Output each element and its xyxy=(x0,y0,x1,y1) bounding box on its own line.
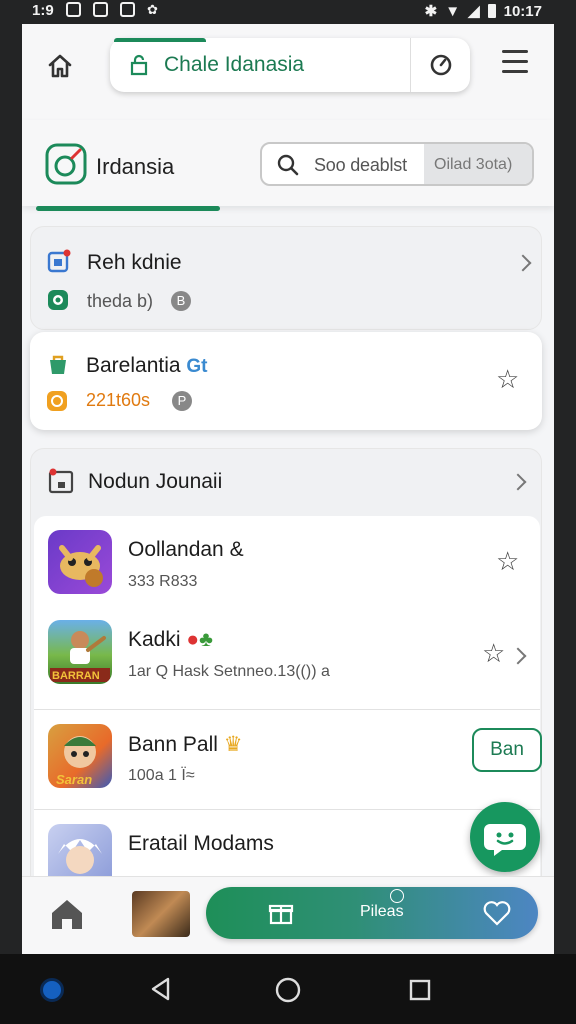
search-filter-chip[interactable]: Oilad 3ota) xyxy=(424,144,532,184)
green-circle-icon xyxy=(48,290,68,310)
gift-icon xyxy=(268,904,294,925)
chevron-right-icon[interactable] xyxy=(514,254,532,272)
star-icon[interactable]: ☆ xyxy=(496,546,519,577)
status-bar: 1:9 ✿ ✱ ▼ ◢ 10:17 xyxy=(0,0,576,24)
site-header: Irdansia Soo deablst Oilad 3ota) xyxy=(22,120,554,206)
app-icon-label: BARRAN xyxy=(52,670,100,682)
list-item[interactable]: Eratail Modams xyxy=(34,810,540,888)
wifi-icon: ▼ xyxy=(445,2,461,20)
brand-logo-icon[interactable] xyxy=(44,142,88,186)
notification-icon xyxy=(120,2,135,17)
app-meta: 100a 1 Ï≈ xyxy=(128,767,195,784)
home-icon xyxy=(48,54,72,78)
crown-icon: ♛ xyxy=(223,733,243,756)
rewards-pill-button[interactable]: Pileas xyxy=(206,887,538,939)
section-subtitle: 221t60s xyxy=(86,390,151,410)
app-screen: Chale Idanasia Irdansia Soo deablst Oila… xyxy=(22,24,554,954)
section-title-text: Barelantia xyxy=(86,354,181,377)
chat-smile-icon xyxy=(484,824,526,856)
address-bar[interactable]: Chale Idanasia xyxy=(110,38,470,92)
list-item[interactable]: Oollandan & 333 R833 ☆ xyxy=(34,516,540,616)
lock-icon xyxy=(130,54,148,76)
section-title: Barelantia Gt xyxy=(86,354,208,378)
notification-icons: ✿ xyxy=(66,2,158,17)
section-title: Reh kdnie xyxy=(87,251,182,274)
app-name-text: Kadki xyxy=(128,628,181,651)
star-icon[interactable]: ☆ xyxy=(496,364,519,395)
back-icon[interactable] xyxy=(148,976,174,1002)
status-time-left: 1:9 xyxy=(32,2,54,19)
app-name: Kadki ●♣ xyxy=(128,628,213,652)
home-icon[interactable] xyxy=(48,895,86,933)
list-section-icon xyxy=(48,468,74,494)
list-item[interactable]: Saran Bann Pall ♛ 100a 1 Ï≈ Ban xyxy=(34,710,542,810)
section-card-1[interactable]: Reh kdnie theda b) B xyxy=(30,226,542,330)
leaf-icon: ♣ xyxy=(199,628,213,651)
menu-button[interactable] xyxy=(502,50,534,80)
points-icon xyxy=(390,889,404,903)
home-circle-icon[interactable] xyxy=(274,976,302,1004)
active-tab-indicator xyxy=(36,206,220,211)
search-icon xyxy=(277,154,299,176)
cricket-game-icon: BARRAN xyxy=(48,620,112,684)
subtitle-badge: P xyxy=(172,391,192,411)
section-card-2[interactable]: Barelantia Gt ☆ 221t60s P xyxy=(30,332,542,430)
avatar[interactable] xyxy=(132,891,190,937)
bottom-nav: Pileas xyxy=(22,876,554,954)
dragon-game-icon xyxy=(48,530,112,594)
app-name: Eratail Modams xyxy=(128,832,274,855)
status-right: ✱ ▼ ◢ 10:17 xyxy=(424,2,542,21)
battery-icon xyxy=(487,4,496,18)
status-time-right: 10:17 xyxy=(503,2,542,20)
recents-icon[interactable] xyxy=(408,978,432,1002)
star-icon[interactable]: ☆ xyxy=(482,638,505,669)
subtitle-badge: B xyxy=(171,291,191,311)
app-badge-icon xyxy=(47,249,71,273)
search-placeholder: Soo deablst xyxy=(314,155,407,175)
address-text: Chale Idanasia xyxy=(164,53,305,76)
chevron-right-icon[interactable] xyxy=(509,647,527,665)
menu-line xyxy=(502,50,528,53)
app-meta: 1ar Q Hask Setnneo.13(()) a xyxy=(128,663,330,680)
paw-icon: ✿ xyxy=(147,2,158,17)
hero-game-icon: Saran xyxy=(48,724,112,788)
section-subtitle: theda b) xyxy=(87,291,154,311)
app-name-text: Bann Pall xyxy=(128,733,218,756)
app-icon-label: Saran xyxy=(56,772,93,787)
address-divider xyxy=(410,38,411,92)
get-button[interactable]: Ban xyxy=(472,728,542,772)
fruit-icon: ● xyxy=(186,628,200,651)
app-name: Bann Pall ♛ xyxy=(128,732,243,757)
brand-name[interactable]: Irdansia xyxy=(96,154,174,180)
list-section-title: Nodun Jounaii xyxy=(88,470,223,493)
notification-icon xyxy=(93,2,108,17)
home-button[interactable] xyxy=(42,48,78,84)
menu-line xyxy=(502,70,528,73)
section-tag: Gt xyxy=(186,356,208,377)
orange-square-icon xyxy=(47,391,67,411)
assistant-icon[interactable] xyxy=(40,978,64,1002)
heart-icon xyxy=(483,901,511,926)
browser-toolbar: Chale Idanasia xyxy=(22,24,554,120)
address-accent xyxy=(114,38,206,42)
list-item[interactable]: BARRAN Kadki ●♣ 1ar Q Hask Setnneo.13(()… xyxy=(34,606,540,710)
signal-icon: ◢ xyxy=(468,3,480,20)
search-input[interactable]: Soo deablst Oilad 3ota) xyxy=(260,142,534,186)
chat-fab-button[interactable] xyxy=(470,802,540,872)
app-name: Oollandan & xyxy=(128,538,244,561)
menu-line xyxy=(502,60,528,63)
refresh-icon[interactable] xyxy=(428,52,454,78)
bag-icon xyxy=(50,355,66,374)
pill-label: Pileas xyxy=(360,903,404,920)
app-meta: 333 R833 xyxy=(128,573,198,590)
bluetooth-icon: ✱ xyxy=(424,3,438,20)
notification-icon xyxy=(66,2,81,17)
system-nav-bar xyxy=(0,954,576,1024)
